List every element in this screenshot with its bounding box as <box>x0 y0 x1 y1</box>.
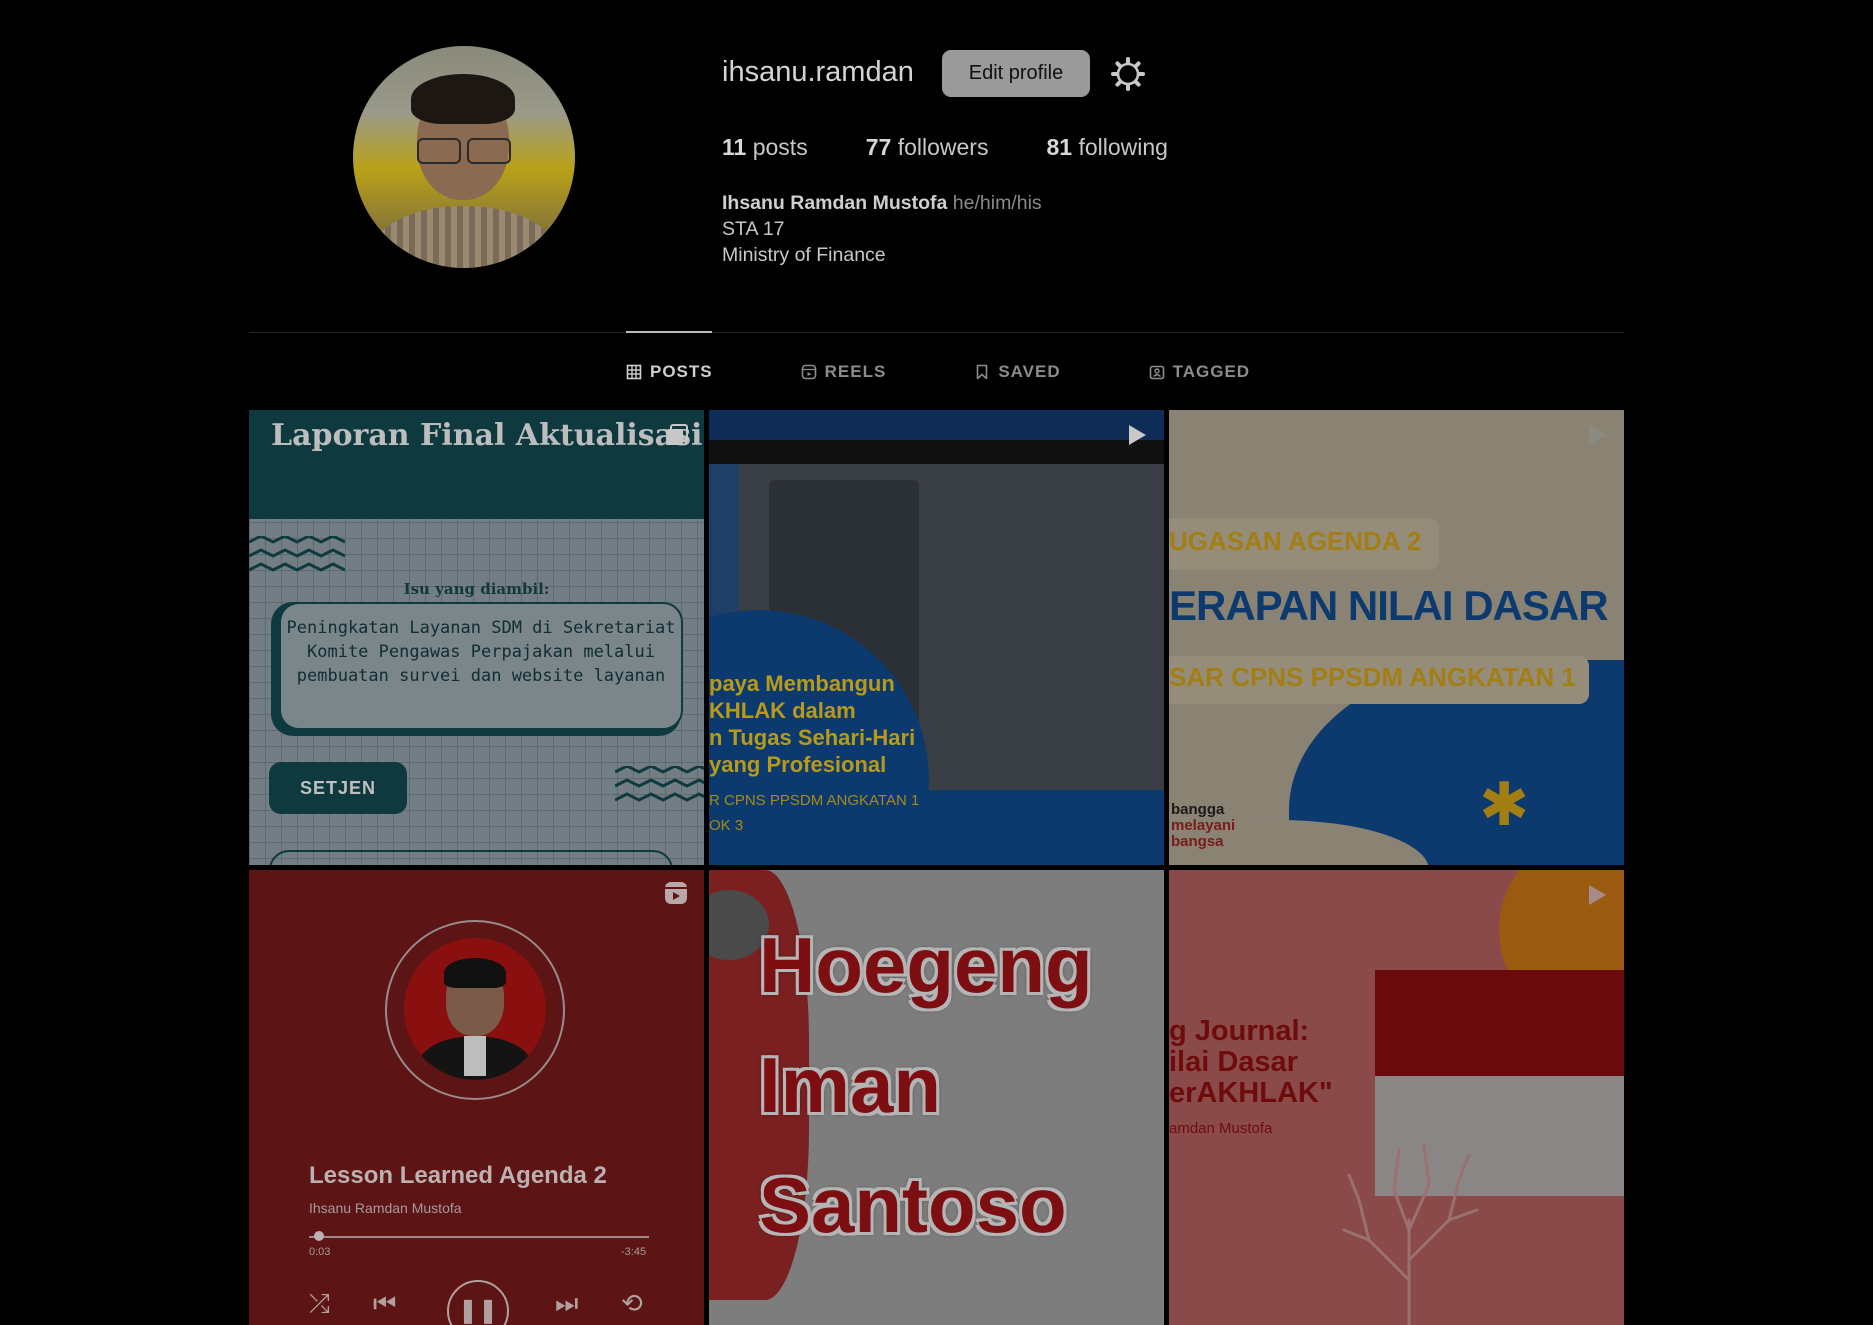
tagged-icon <box>1149 365 1164 380</box>
brand-logo: bangga melayani bangsa <box>1171 802 1235 850</box>
time-remaining: -3:45 <box>621 1246 647 1258</box>
coral-decoration <box>1342 1143 1479 1325</box>
song-artist: Ihsanu Ramdan Mustofa <box>309 1200 462 1216</box>
profile-bio: Ihsanu Ramdan Mustofa he/him/his STA 17 … <box>722 190 1042 268</box>
posts-count: 11 <box>722 134 747 160</box>
avatar-shirt <box>373 206 555 268</box>
profile-photo <box>404 938 546 1080</box>
zigzag-decoration <box>615 766 704 802</box>
post-line-2: ERAPAN NILAI DASAR <box>1169 582 1609 629</box>
zigzag-decoration <box>249 536 345 572</box>
post-dark-strip <box>709 440 1164 464</box>
next-icon: ⏭ <box>555 1288 579 1318</box>
posts-label: posts <box>752 134 808 160</box>
following-label: following <box>1078 134 1168 160</box>
tab-label: SAVED <box>998 362 1061 381</box>
settings-gear-icon[interactable] <box>1110 56 1146 92</box>
followers-count: 77 <box>865 134 892 160</box>
brand-line-1: bangga <box>1171 801 1225 818</box>
tab-label: POSTS <box>650 362 713 381</box>
post-headline: paya Membangun KHLAK dalam n Tugas Sehar… <box>709 671 916 777</box>
followers-label: followers <box>897 134 989 160</box>
post-title: Laporan Final Aktualisasi <box>271 418 703 453</box>
tab-label: REELS <box>824 362 887 381</box>
progress-bar <box>309 1236 649 1238</box>
edit-profile-button[interactable]: Edit profile <box>942 50 1090 97</box>
profile-username: ihsanu.ramdan <box>722 56 914 88</box>
bio-line-1: STA 17 <box>722 218 785 240</box>
post-subtitle: R CPNS PPSDM ANGKATAN 1 OK 3 <box>709 792 920 834</box>
shuffle-icon: ⤮ <box>309 1288 330 1318</box>
tab-label: TAGGED <box>1172 362 1251 381</box>
isu-label: Isu yang diambil: <box>403 580 550 598</box>
profile-tabs: POSTS REELS SAVED TAGGED <box>626 362 1338 382</box>
full-name: Ihsanu Ramdan Mustofa <box>722 192 948 214</box>
post-word-3: Santoso <box>759 1161 1067 1249</box>
pause-icon: ❚❚ <box>447 1280 509 1325</box>
post-byline: amdan Mustofa <box>1169 1120 1273 1137</box>
progress-knob <box>314 1231 325 1241</box>
tab-posts[interactable]: POSTS <box>626 362 713 382</box>
author-card <box>269 850 673 865</box>
post-line-3: SAR CPNS PPSDM ANGKATAN 1 <box>1169 662 1576 692</box>
post-topbar <box>709 410 1164 440</box>
profile-stats: 11 posts 77 followers 81 following <box>722 134 1226 161</box>
isu-text: Peningkatan Layanan SDM di Sekretariat K… <box>279 602 683 730</box>
post-tile-4[interactable]: Lesson Learned Agenda 2 Ihsanu Ramdan Mu… <box>249 870 704 1325</box>
post-word-1: Hoegeng <box>759 921 1093 1009</box>
flag-red <box>1375 970 1624 1076</box>
post-tile-3[interactable]: UGASAN AGENDA 2 ERAPAN NILAI DASAR SAR C… <box>1169 410 1624 865</box>
carousel-icon <box>667 424 688 445</box>
song-title: Lesson Learned Agenda 2 <box>309 1162 607 1189</box>
following-stat[interactable]: 81 following <box>1046 134 1167 161</box>
tab-saved[interactable]: SAVED <box>974 362 1060 382</box>
video-play-icon <box>1589 425 1606 445</box>
reel-icon <box>665 882 687 904</box>
grid-icon <box>626 364 642 380</box>
bookmark-icon <box>977 364 988 380</box>
avatar-glasses <box>417 138 511 164</box>
active-tab-indicator <box>626 331 712 333</box>
profile-avatar[interactable] <box>353 46 575 268</box>
post-tile-5[interactable]: Hoegeng Iman Santoso <box>709 870 1164 1325</box>
video-play-icon <box>1129 425 1146 445</box>
pronouns: he/him/his <box>952 192 1042 214</box>
tab-tagged[interactable]: TAGGED <box>1149 362 1250 382</box>
star-decoration: ✱ <box>1479 771 1530 838</box>
time-current: 0:03 <box>309 1246 331 1258</box>
brand-line-3: bangsa <box>1171 833 1224 850</box>
video-play-icon <box>1589 885 1606 905</box>
bio-line-2: Ministry of Finance <box>722 244 886 266</box>
previous-icon: ⏮ <box>373 1288 397 1318</box>
avatar-hair <box>411 74 515 124</box>
post-word-2: Iman <box>759 1041 942 1129</box>
followers-stat[interactable]: 77 followers <box>866 134 989 161</box>
tab-reels[interactable]: REELS <box>801 362 887 382</box>
post-headline: g Journal: ilai Dasar erAKHLAK" <box>1169 1015 1333 1109</box>
repeat-icon: ⟲ <box>621 1288 643 1318</box>
setjen-badge: SETJEN <box>269 762 407 814</box>
brand-line-2: melayani <box>1171 817 1236 834</box>
posts-stat: 11 posts <box>722 134 808 161</box>
following-count: 81 <box>1046 134 1073 160</box>
post-tile-2[interactable]: paya Membangun KHLAK dalam n Tugas Sehar… <box>709 410 1164 865</box>
post-tile-6[interactable]: g Journal: ilai Dasar erAKHLAK" amdan Mu… <box>1169 870 1624 1325</box>
post-line-1: UGASAN AGENDA 2 <box>1169 526 1422 556</box>
post-tile-1[interactable]: Laporan Final Aktualisasi Isu yang diamb… <box>249 410 704 865</box>
reels-icon <box>801 364 816 380</box>
tabs-divider <box>249 332 1624 333</box>
